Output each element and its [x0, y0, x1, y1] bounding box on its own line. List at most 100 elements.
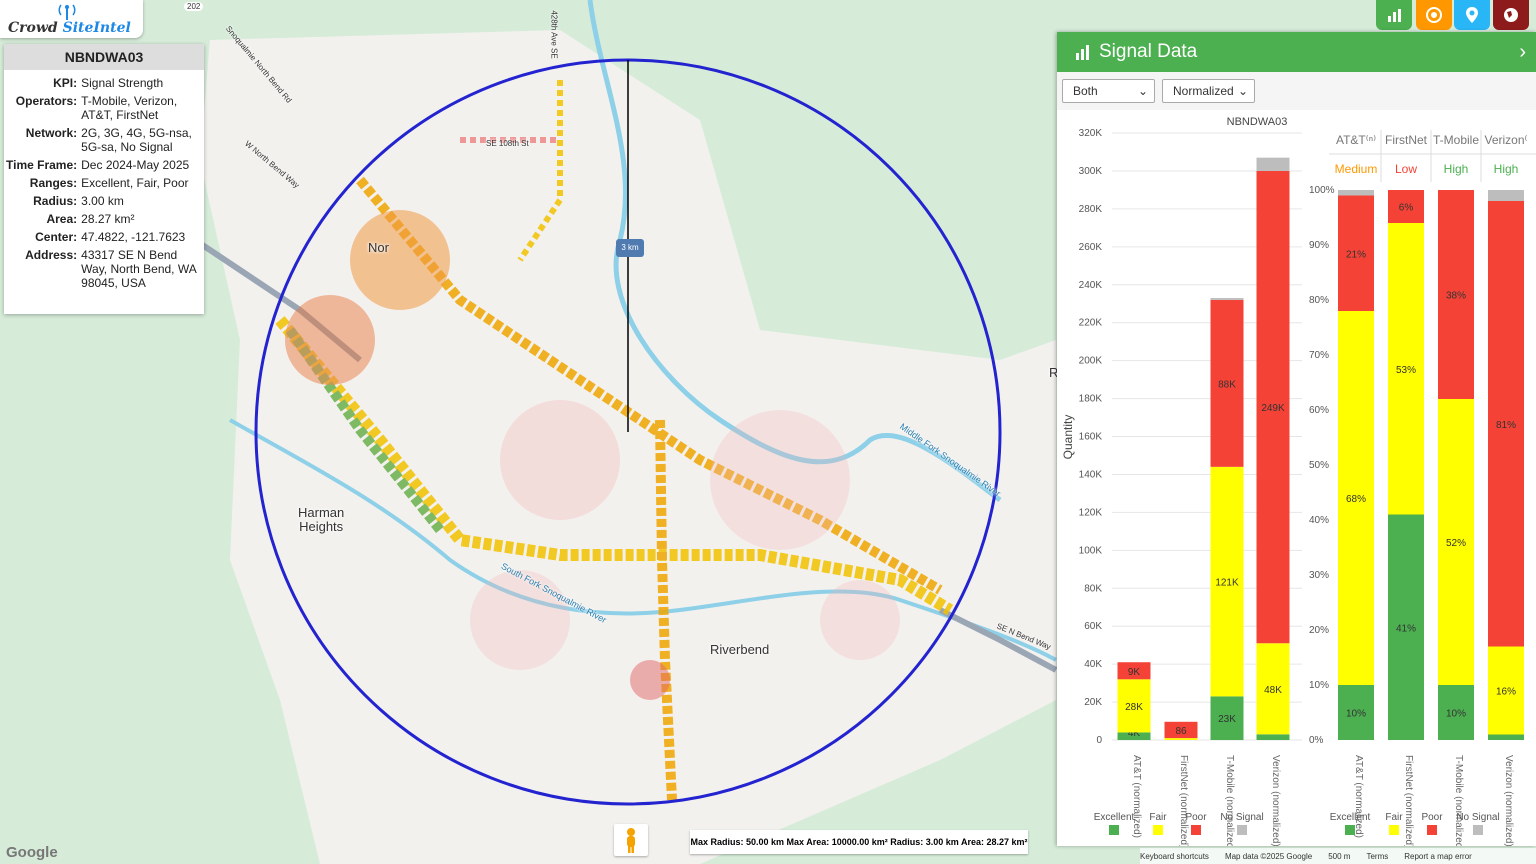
site-title: NBNDWA03 — [4, 44, 204, 70]
report-error-link[interactable]: Report a map error — [1404, 852, 1472, 861]
info-row: Area: 28.27 km² — [4, 210, 204, 228]
panel-title: Signal Data — [1099, 41, 1198, 62]
x-tick-label: T-Mobile (normalized) — [1453, 755, 1464, 846]
terms-link[interactable]: Terms — [1366, 852, 1388, 861]
radius-summary-text: Max Radius: 50.00 km Max Area: 10000.00 … — [690, 837, 1028, 847]
info-row: Center: 47.4822, -121.7623 — [4, 228, 204, 246]
data-label: 41% — [1396, 623, 1416, 634]
info-key: Ranges: — [29, 176, 78, 190]
info-key: Operators: — [15, 94, 78, 108]
y-tick-label: 30% — [1309, 570, 1329, 581]
info-key: Time Frame: — [6, 158, 78, 172]
y-tick-label: 50% — [1309, 460, 1329, 471]
info-key: Center: — [35, 230, 78, 244]
logo-crowd: Crowd — [8, 20, 58, 36]
legend-left-label: Poor — [1185, 812, 1207, 823]
data-label: 86 — [1175, 726, 1187, 737]
x-tick-label: Verizon (normalized) — [1270, 755, 1281, 846]
x-tick-label: T-Mobile (normalized) — [1224, 755, 1235, 846]
y-tick-label: 10% — [1309, 680, 1329, 691]
bar-chart-icon — [1076, 45, 1089, 60]
radius-tool-button[interactable] — [1416, 0, 1452, 30]
logo[interactable]: Crowd SiteIntel — [0, 0, 143, 38]
info-row: Ranges: Excellent, Fair, Poor — [4, 174, 204, 192]
y-tick-label: 140K — [1079, 469, 1103, 480]
normalization-select[interactable]: Normalized ⌄ — [1162, 79, 1255, 103]
legend-left-label: Fair — [1149, 812, 1167, 823]
chart-title: NBNDWA03 — [1227, 116, 1288, 128]
data-label: 16% — [1496, 687, 1516, 698]
mode-select[interactable]: Both ⌄ — [1062, 79, 1155, 103]
y-tick-label: 300K — [1079, 166, 1103, 177]
antenna-icon — [58, 4, 76, 20]
info-value: 2G, 3G, 4G, 5G-nsa, 5G-sa, No Signal — [81, 126, 192, 154]
y-tick-label: 40% — [1309, 515, 1329, 526]
operator-header: T-Mobile — [1433, 133, 1479, 147]
y-tick-label: 240K — [1079, 280, 1103, 291]
operator-rating: Low — [1395, 162, 1417, 176]
target-icon — [1426, 7, 1442, 23]
operator-rating: High — [1494, 162, 1519, 176]
panel-header: Signal Data › — [1057, 32, 1536, 72]
data-label: 53% — [1396, 365, 1416, 376]
keyboard-shortcuts-link[interactable]: Keyboard shortcuts — [1140, 852, 1209, 861]
info-row: Address: 43317 SE N Bend Way, North Bend,… — [4, 246, 204, 292]
data-label: 23K — [1218, 714, 1236, 725]
bar-segment — [1256, 157, 1290, 171]
info-value: Signal Strength — [81, 76, 164, 90]
info-value: 43317 SE N Bend Way, North Bend, WA 9804… — [81, 248, 197, 290]
chart-toggle-button[interactable] — [1376, 0, 1412, 30]
radius-label: 3 km — [621, 243, 639, 252]
norm-select-value: Normalized — [1173, 84, 1234, 98]
data-label: 68% — [1346, 494, 1366, 505]
info-value: T-Mobile, Verizon, AT&T, FirstNet — [81, 94, 178, 122]
map-scale-text: 500 m — [1328, 851, 1351, 861]
legend-right-swatch — [1389, 825, 1399, 835]
y-tick-label: 200K — [1079, 356, 1103, 367]
y-tick-label: 20K — [1084, 697, 1102, 708]
collapse-chevron-icon[interactable]: › — [1519, 41, 1526, 64]
map-data-text: Map data ©2025 Google — [1224, 851, 1313, 861]
operator-header: Verizon⁽ — [1485, 133, 1528, 147]
chevron-down-icon: ⌄ — [1137, 84, 1148, 98]
signal-data-panel: Signal Data › Both ⌄ Normalized ⌄ 0 20K 40K 6… — [1057, 32, 1536, 846]
label-north-bend: Nor — [368, 240, 389, 255]
y-tick-label: 260K — [1079, 242, 1103, 253]
bar-segment — [1488, 190, 1524, 201]
label-harman-heights: Harman Heights — [298, 505, 345, 534]
info-value: 3.00 km — [81, 194, 124, 208]
y-tick-label: 100% — [1309, 185, 1335, 196]
operator-rating: Medium — [1335, 162, 1378, 176]
y-tick-label: 80K — [1084, 583, 1102, 594]
data-label: 249K — [1261, 403, 1285, 414]
legend-right-label: Poor — [1421, 812, 1443, 823]
info-key: KPI: — [53, 76, 78, 90]
x-tick-label: FirstNet (normalized) — [1178, 755, 1189, 846]
data-label: 88K — [1218, 379, 1236, 390]
bar-segment — [1210, 298, 1244, 300]
legend-right-swatch — [1473, 825, 1483, 835]
data-label: 6% — [1399, 203, 1414, 214]
y-tick-label: 180K — [1079, 394, 1103, 405]
pegman-icon — [627, 828, 635, 853]
info-key: Network: — [25, 126, 78, 140]
data-label: 38% — [1446, 291, 1466, 302]
info-key: Area: — [46, 212, 78, 226]
y-tick-label: 120K — [1079, 507, 1103, 518]
legend-left-label: No Signal — [1220, 812, 1263, 823]
google-logo: Google — [6, 844, 58, 861]
x-tick-label: Verizon (normalized) — [1503, 755, 1514, 846]
street-view-pegman[interactable] — [614, 824, 648, 856]
globe-button[interactable] — [1493, 0, 1529, 30]
legend-left-swatch — [1153, 825, 1163, 835]
map-pin-icon — [1466, 7, 1478, 23]
location-button[interactable] — [1454, 0, 1490, 30]
bar-segment — [1256, 734, 1290, 740]
y-tick-label: 100K — [1079, 545, 1103, 556]
label-se-street: SE 108th St — [486, 139, 529, 148]
y-axis-label: Quantity — [1061, 415, 1075, 460]
y-tick-label: 280K — [1079, 204, 1103, 215]
y-tick-label: 60% — [1309, 405, 1329, 416]
info-row: Radius: 3.00 km — [4, 192, 204, 210]
bar-segment — [1338, 190, 1374, 196]
